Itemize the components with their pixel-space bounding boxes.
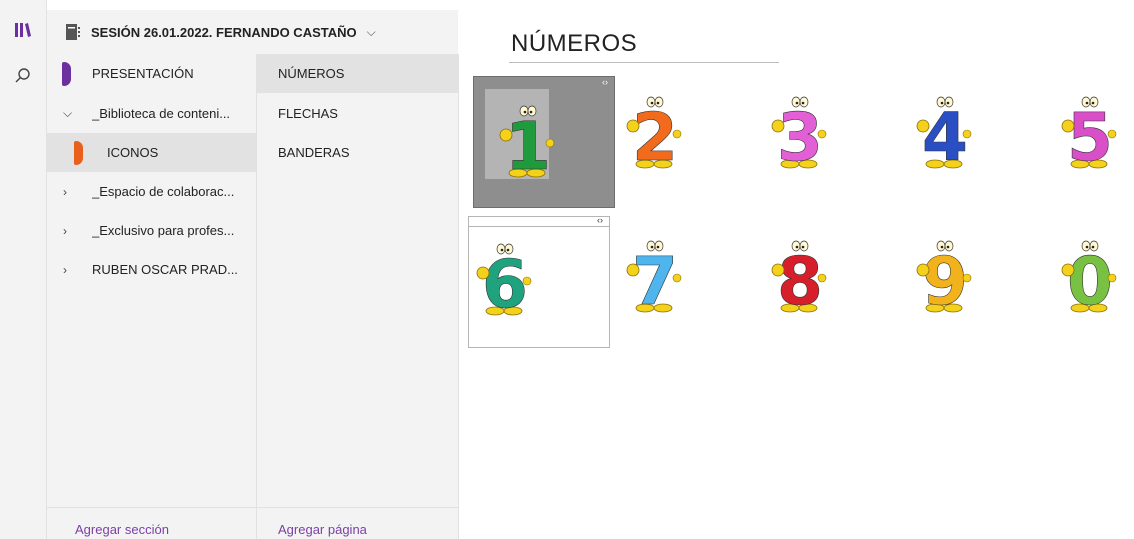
- digit-image-9[interactable]: 9: [909, 234, 1049, 364]
- svg-text:0: 0: [1067, 243, 1113, 314]
- chevron-down-icon: ⌵: [366, 24, 376, 39]
- resize-handle-icon[interactable]: ‹›: [597, 215, 603, 225]
- section-group-exclusivo[interactable]: › _Exclusivo para profes...: [47, 211, 256, 250]
- section-group-biblioteca[interactable]: ⌵ _Biblioteca de conteni...: [47, 94, 256, 133]
- page-item-banderas[interactable]: BANDERAS: [257, 133, 458, 172]
- resize-handle-icon[interactable]: ‹›: [602, 77, 608, 87]
- digit-image-3[interactable]: 3: [764, 90, 904, 220]
- digit-image-5[interactable]: 5: [1054, 90, 1134, 220]
- notebook-title: SESIÓN 26.01.2022. FERNANDO CASTAÑO: [91, 24, 357, 40]
- section-label: PRESENTACIÓN: [92, 66, 194, 81]
- digit-nine-image: 9: [909, 234, 1049, 314]
- cartoon-digit-7: 7: [626, 240, 682, 314]
- search-icon[interactable]: [0, 56, 46, 96]
- page-item-numeros[interactable]: NÚMEROS: [257, 54, 458, 93]
- chevron-right-icon[interactable]: ›: [63, 263, 67, 277]
- cartoon-digit-3: 3: [771, 96, 827, 170]
- digit-zero-image: 0: [1054, 234, 1134, 314]
- digit-five-image: 5: [1054, 90, 1134, 170]
- page-label: BANDERAS: [278, 145, 350, 160]
- section-color-tab: [74, 140, 83, 165]
- cartoon-digit-6: 6: [476, 243, 532, 317]
- cartoon-digit-8: 8: [771, 240, 827, 314]
- image-container-bar: [469, 217, 609, 227]
- section-group-label: _Biblioteca de conteni...: [92, 106, 231, 121]
- svg-text:1: 1: [505, 108, 551, 179]
- page-list: NÚMEROS FLECHAS BANDERAS Agregar página: [257, 54, 459, 539]
- svg-text:7: 7: [632, 243, 678, 314]
- chevron-right-icon[interactable]: ›: [63, 224, 67, 238]
- section-group-espacio[interactable]: › _Espacio de colaborac...: [47, 172, 256, 211]
- cartoon-digit-9: 9: [916, 240, 972, 314]
- section-item-iconos[interactable]: ICONOS: [47, 133, 256, 172]
- cartoon-digit-1: 1: [499, 105, 555, 179]
- cartoon-digit-0: 0: [1061, 240, 1117, 314]
- section-group-ruben[interactable]: › RUBEN OSCAR PRAD...: [47, 250, 256, 289]
- section-group-label: RUBEN OSCAR PRAD...: [92, 262, 238, 277]
- digit-seven-image: 7: [619, 234, 759, 314]
- section-item-presentacion[interactable]: PRESENTACIÓN: [47, 54, 256, 93]
- digit-four-image: 4: [909, 90, 1049, 170]
- section-list: PRESENTACIÓN ⌵ _Biblioteca de conteni...…: [47, 54, 257, 539]
- add-page-button[interactable]: Agregar página: [278, 522, 367, 537]
- svg-text:5: 5: [1067, 99, 1113, 170]
- svg-text:8: 8: [777, 243, 823, 314]
- section-color-tab: [62, 61, 71, 86]
- digit-image-6[interactable]: ‹› 6: [468, 215, 610, 348]
- svg-text:4: 4: [922, 99, 968, 170]
- page-item-flechas[interactable]: FLECHAS: [257, 94, 458, 133]
- digit-image-0[interactable]: 0: [1054, 234, 1134, 364]
- notebook-icon: [65, 23, 81, 41]
- footer-divider: [47, 507, 458, 508]
- digit-two-image: 2: [619, 90, 759, 170]
- digit-image-4[interactable]: 4: [909, 90, 1049, 220]
- cartoon-digit-4: 4: [916, 96, 972, 170]
- title-divider: [509, 62, 779, 63]
- svg-text:2: 2: [632, 99, 678, 170]
- page-label: NÚMEROS: [278, 66, 345, 81]
- page-title[interactable]: NÚMEROS: [511, 30, 637, 58]
- cartoon-digit-5: 5: [1061, 96, 1117, 170]
- chevron-right-icon[interactable]: ›: [63, 185, 67, 199]
- digit-six-image: 6: [469, 237, 539, 317]
- digit-eight-image: 8: [764, 234, 904, 314]
- digit-three-image: 3: [764, 90, 904, 170]
- section-label: ICONOS: [107, 145, 159, 160]
- add-section-button[interactable]: Agregar sección: [75, 522, 169, 537]
- notebook-selector[interactable]: SESIÓN 26.01.2022. FERNANDO CASTAÑO ⌵: [47, 10, 458, 54]
- page-canvas[interactable]: NÚMEROS ‹› 1 2 3 4 5 ‹› 6 7 8 9 0: [459, 0, 1134, 539]
- digit-image-2[interactable]: 2: [619, 90, 759, 220]
- digit-image-8[interactable]: 8: [764, 234, 904, 364]
- svg-text:6: 6: [482, 246, 528, 317]
- digit-image-1[interactable]: ‹› 1: [473, 76, 615, 208]
- section-group-label: _Exclusivo para profes...: [92, 223, 235, 238]
- section-group-label: _Espacio de colaborac...: [92, 184, 235, 199]
- chevron-down-icon[interactable]: ⌵: [63, 106, 72, 121]
- page-label: FLECHAS: [278, 106, 338, 121]
- digit-image-7[interactable]: 7: [619, 234, 759, 364]
- navigation-rail: [0, 0, 47, 539]
- cartoon-digit-2: 2: [626, 96, 682, 170]
- svg-text:9: 9: [922, 243, 968, 314]
- digit-one-image: 1: [492, 99, 562, 179]
- svg-text:3: 3: [777, 99, 823, 170]
- library-icon[interactable]: [0, 10, 46, 50]
